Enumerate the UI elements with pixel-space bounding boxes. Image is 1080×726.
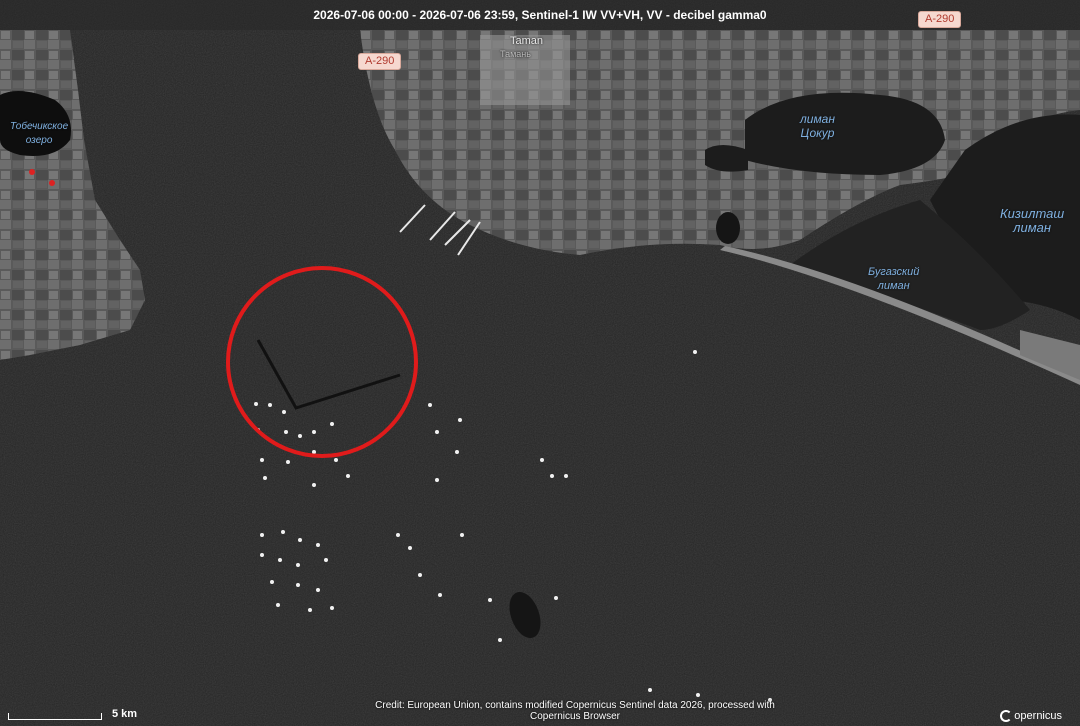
scale-line [8,713,102,720]
water-label-bugaz-line1: Бугазский [868,266,920,278]
scale-label: 5 km [112,708,138,720]
scale-bar: 5 km [8,706,137,720]
image-title: 2026-07-06 00:00 - 2026-07-06 23:59, Sen… [313,8,767,22]
water-label-kiziltash-line2: лиман [1013,220,1052,235]
road-sign-a290: A-290 [358,53,402,70]
water-label-bugaz: Бугазский лиман [868,265,919,293]
credit-text: Credit: European Union, contains modifie… [360,700,790,722]
water-label-tobechik: Тобечикское озеро [10,120,68,148]
road-sign-a290-2: A-290 [918,11,962,28]
copernicus-logo-text: opernicus [1014,710,1062,722]
water-label-tsokur: лиман Цокур [800,112,835,140]
credit-line-1: Credit: European Union, contains modifie… [375,700,775,711]
water-label-bugaz-line2: лиман [877,280,910,292]
copernicus-ring-icon [1000,710,1013,722]
place-label-taman-local: Тамань [500,49,531,59]
water-label-tsokur-line1: лиман [800,112,835,126]
water-label-tsokur-line2: Цокур [800,126,835,140]
place-label-taman: Taman [510,35,544,47]
sar-satellite-image[interactable] [0,0,1080,726]
water-label-kiziltash-line1: Кизилташ [1000,206,1065,221]
water-label-kiziltash: Кизилташ лиман [1000,207,1064,235]
water-label-tobechik-line1: Тобечикское [10,121,69,132]
copernicus-logo: opernicus [1000,710,1062,722]
tsokur-liman [745,92,945,175]
water-label-tobechik-line2: озеро [25,135,53,146]
credit-line-2: Copernicus Browser [529,711,621,722]
